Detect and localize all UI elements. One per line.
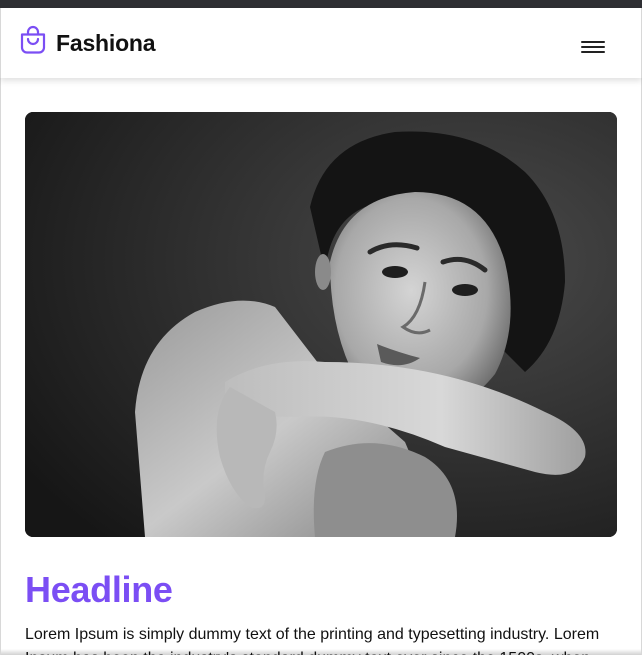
brand-name: Fashiona <box>56 29 156 56</box>
hero-image <box>25 112 617 537</box>
window-top-bar <box>0 0 642 8</box>
shopping-bag-icon <box>19 25 47 55</box>
navbar: Fashiona <box>0 8 642 78</box>
bottom-edge-shadow <box>1 649 641 655</box>
headline: Headline <box>25 569 173 610</box>
brand-link[interactable]: Fashiona <box>19 25 156 57</box>
main-content: Headline Lorem Ipsum is simply dummy tex… <box>0 78 642 655</box>
hamburger-menu-icon[interactable] <box>581 41 605 55</box>
